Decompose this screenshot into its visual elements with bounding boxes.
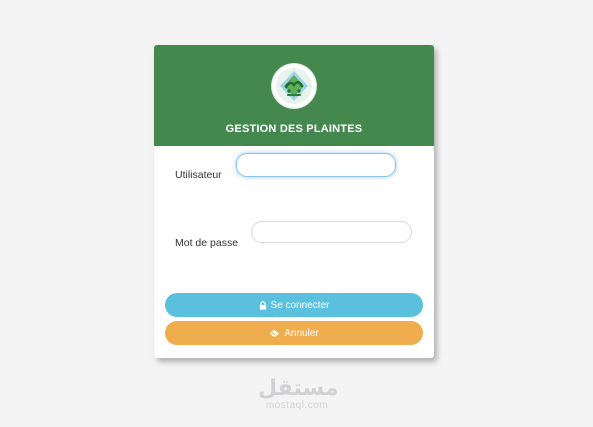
password-label: Mot de passe	[175, 237, 239, 249]
lock-icon	[259, 300, 266, 310]
card-header: GESTION DES PLAINTES	[154, 45, 434, 146]
cancel-button[interactable]: Annuler	[165, 321, 423, 345]
cancel-button-label: Annuler	[284, 327, 319, 339]
organization-logo	[272, 64, 316, 108]
password-input[interactable]	[251, 221, 412, 243]
login-card: GESTION DES PLAINTES Utilisateur Mot de …	[154, 45, 434, 358]
eraser-icon	[270, 329, 280, 337]
page-title: GESTION DES PLAINTES	[225, 123, 363, 135]
watermark-latin: mostaql.com	[265, 400, 329, 411]
username-label: Utilisateur	[175, 169, 222, 181]
login-button-label: Se connecter	[270, 299, 330, 311]
watermark-arabic: مستقل	[258, 376, 339, 401]
watermark: مستقل mostaql.com	[258, 376, 339, 412]
username-input[interactable]	[236, 153, 396, 177]
logo-emblem-icon	[276, 68, 312, 104]
login-button[interactable]: Se connecter	[165, 293, 423, 317]
